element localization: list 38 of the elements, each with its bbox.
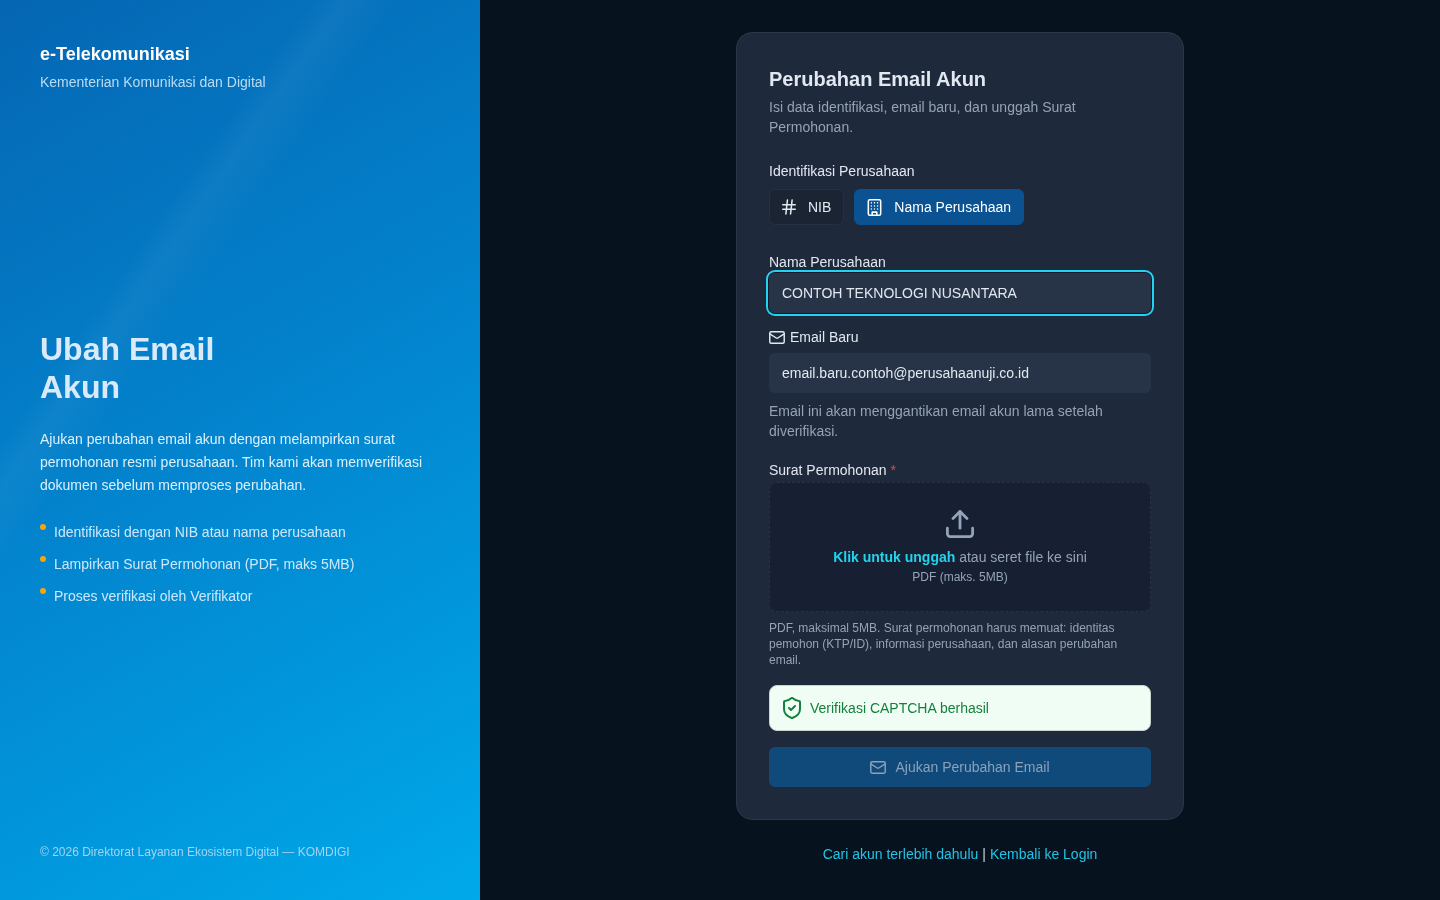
form-title: Perubahan Email Akun xyxy=(769,67,988,91)
upload-link[interactable]: Klik untuk unggah xyxy=(833,548,956,565)
hero-heading: Ubah Email Akun xyxy=(40,330,216,406)
feature-text: Lampirkan Surat Permohonan (PDF, maks 5MB) xyxy=(54,555,355,574)
feature-text: Identifikasi dengan NIB atau nama perusahaan xyxy=(54,523,346,542)
toggle-button[interactable]: Nama Perusahaan xyxy=(854,189,1025,225)
feature-text: Proses verifikasi oleh Verifikator xyxy=(54,587,253,606)
field-label: Identifikasi Perusahaan xyxy=(769,162,915,181)
building-icon xyxy=(867,198,883,216)
envelope-icon xyxy=(769,330,785,344)
link-separator: | xyxy=(982,845,986,864)
required-asterisk: * xyxy=(890,461,896,480)
bullet-dot-icon xyxy=(40,588,46,594)
hero-description: Ajukan perubahan email akun dengan melampirkan surat permohonan resmi perusahaan. Tim kami akan memverifikasi dokumen sebelum memproses perubahan. xyxy=(40,430,424,495)
toggle-button[interactable]: NIB xyxy=(769,189,845,225)
field-label: Surat Permohonan xyxy=(769,461,887,480)
envelope-icon xyxy=(870,760,887,774)
field-label: Email Baru xyxy=(790,328,859,347)
captcha-status-text: Verifikasi CAPTCHA berhasil xyxy=(810,698,989,718)
bullet-dot-icon xyxy=(40,524,46,530)
upload-instruction: Klik untuk unggah atau seret file ke sini xyxy=(833,547,1087,567)
hash-icon xyxy=(782,199,796,215)
text-field[interactable]: CONTOH TEKNOLOGI NUSANTARA xyxy=(769,273,1151,313)
upload-icon xyxy=(946,509,974,538)
upload-help-text: PDF, maksimal 5MB. Surat permohonan harus memuat: identitas pemohon (KTP/ID), informasi perusahaan, dan alasan perubahan email. xyxy=(769,620,1119,668)
field-label: Nama Perusahaan xyxy=(769,253,886,272)
footer-link[interactable]: Kembali ke Login xyxy=(989,844,1098,864)
upload-dropzone[interactable]: Klik untuk unggah atau seret file ke sini PDF (maks. 5MB) xyxy=(769,482,1151,612)
footer-link[interactable]: Cari akun terlebih dahulu xyxy=(822,844,979,864)
file-format-note: PDF (maks. 5MB) xyxy=(912,568,1008,585)
help-text: Email ini akan menggantikan email akun lama setelah diverifikasi. xyxy=(769,402,1104,441)
copyright-text: © 2026 Direktorat Layanan Ekosistem Digital — KOMDIGI xyxy=(40,844,350,860)
form-subtitle: Isi data identifikasi, email baru, dan unggah Surat Permohonan. xyxy=(769,98,1077,137)
email-field[interactable]: email.baru.contoh@perusahaanuji.co.id xyxy=(769,353,1151,393)
bullet-dot-icon xyxy=(40,556,46,562)
shield-check-icon xyxy=(783,697,801,719)
brand-subtitle: Kementerian Komunikasi dan Digital xyxy=(40,73,266,92)
brand-title: e-Telekomunikasi xyxy=(40,43,190,66)
